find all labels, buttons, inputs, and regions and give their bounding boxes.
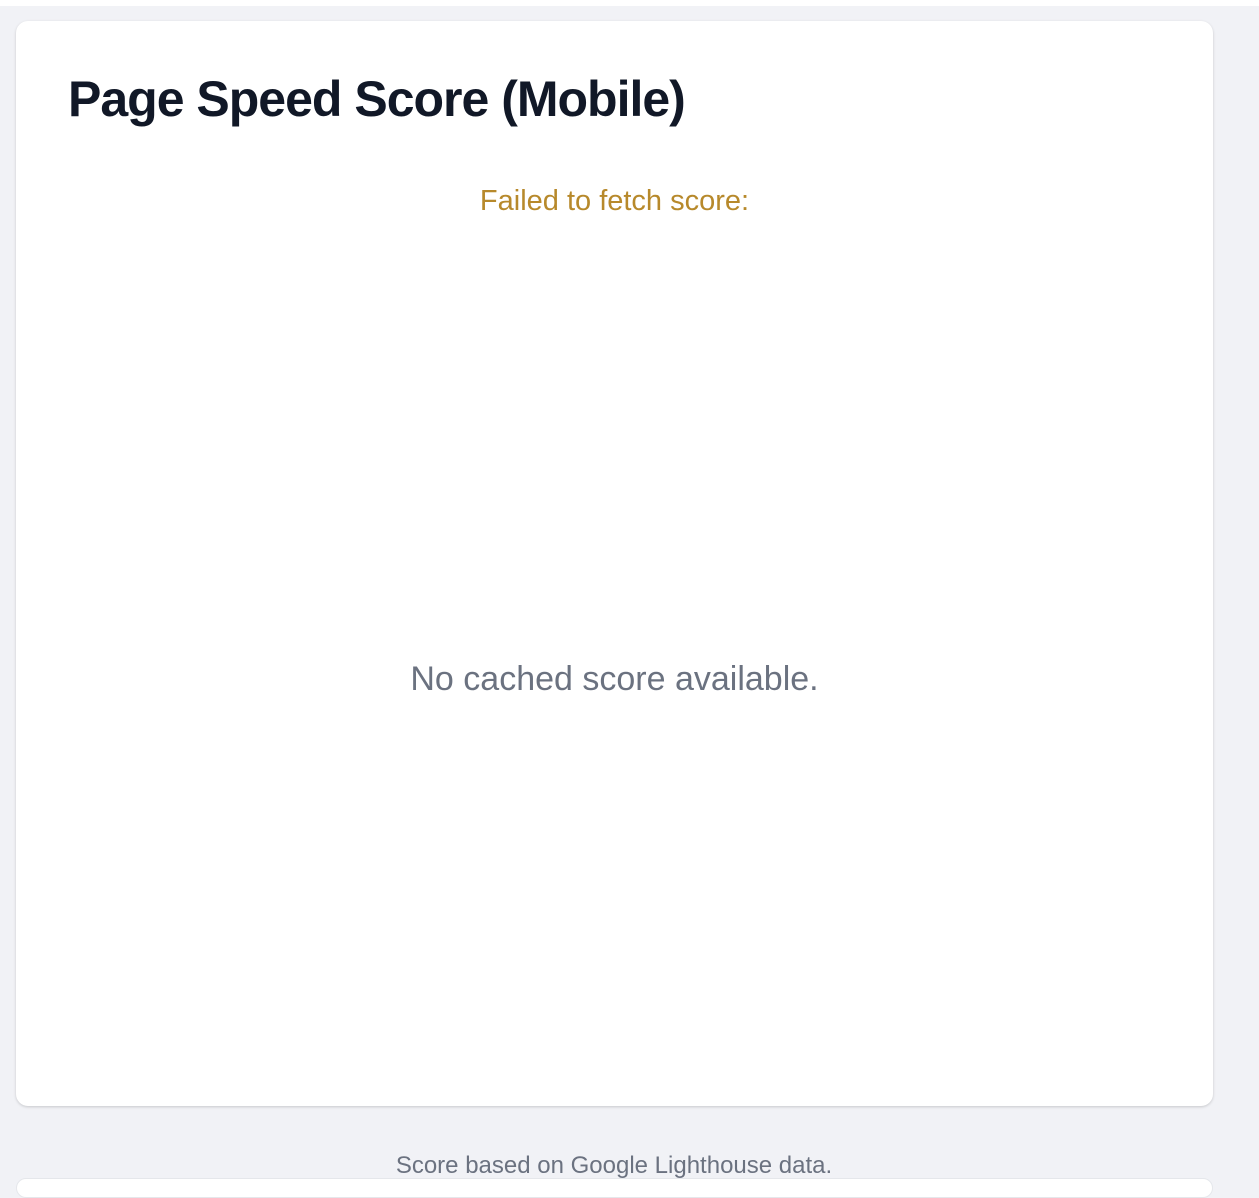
next-card	[16, 1178, 1213, 1198]
card-title: Page Speed Score (Mobile)	[68, 71, 686, 127]
page-speed-card: Page Speed Score (Mobile) Failed to fetc…	[16, 21, 1213, 1106]
fetch-error-message: Failed to fetch score:	[479, 185, 750, 217]
empty-state-message: No cached score available.	[410, 660, 819, 698]
top-strip	[0, 0, 1259, 6]
